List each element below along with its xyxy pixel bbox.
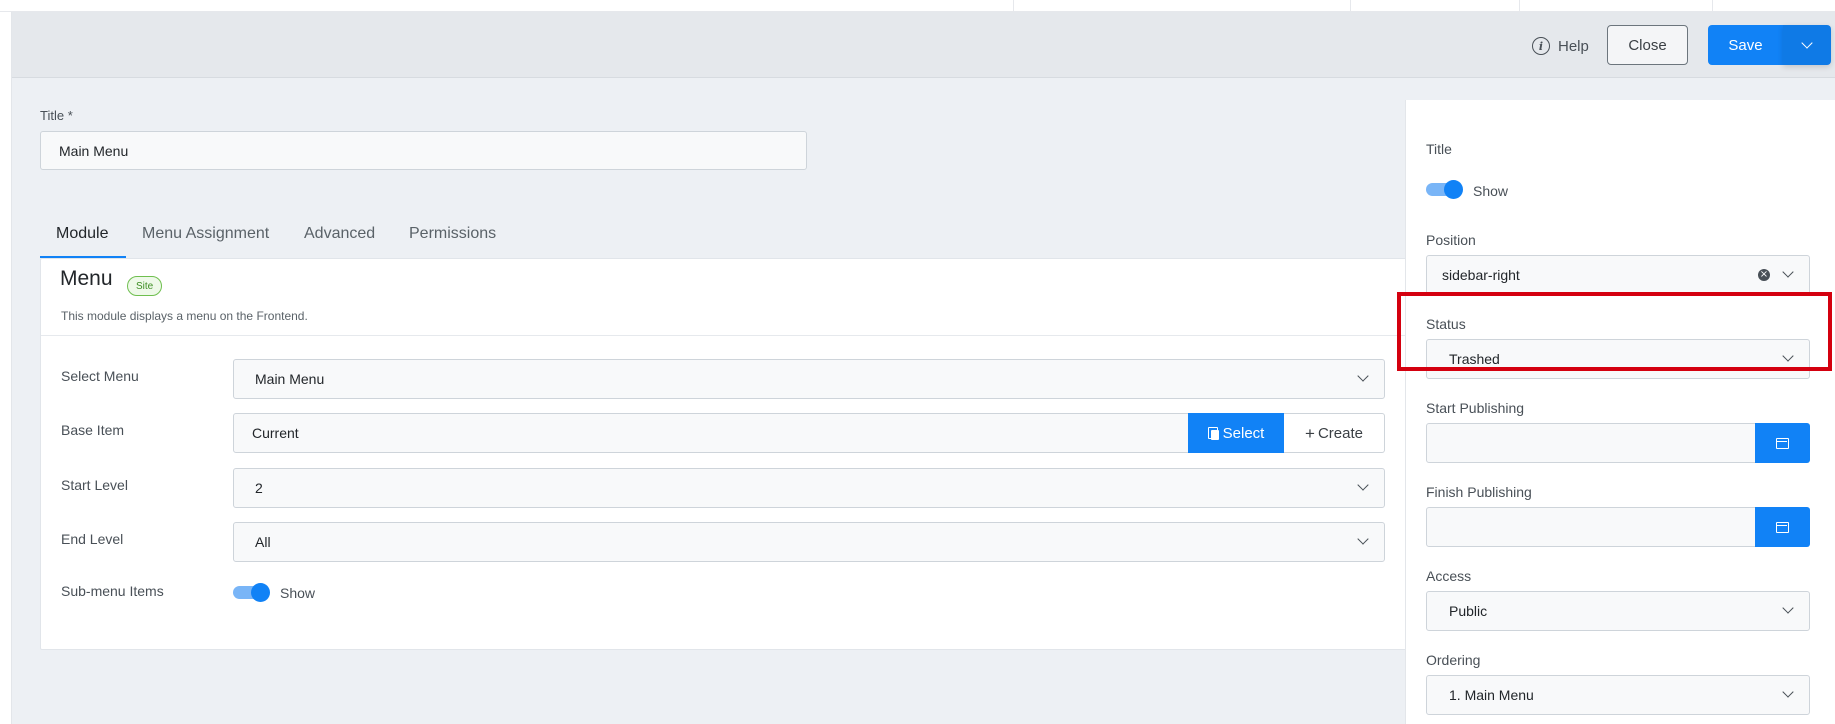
close-button[interactable]: Close (1607, 25, 1688, 65)
access-label: Access (1426, 568, 1472, 584)
finish-publishing-calendar-button[interactable] (1755, 507, 1810, 547)
left-gutter (0, 12, 12, 724)
chevron-down-icon (1782, 266, 1794, 278)
select-button-label: Select (1222, 424, 1265, 442)
card-divider (41, 335, 1417, 336)
show-title-label: Show (1473, 183, 1509, 199)
select-menu-value: Main Menu (255, 371, 325, 387)
access-value: Public (1449, 603, 1488, 619)
module-description: This module displays a menu on the Front… (61, 309, 308, 323)
status-highlight-box (1397, 292, 1832, 371)
start-publishing-calendar-button[interactable] (1755, 423, 1810, 463)
options-sidebar: Title Show Position sidebar-right × Stat… (1405, 100, 1835, 724)
submenu-items-show-label: Show (280, 585, 316, 601)
tab-advanced[interactable]: Advanced (304, 225, 375, 243)
module-edit-page: i Help Close Save Title * Main Menu Modu… (12, 12, 1835, 724)
help-label: Help (1558, 37, 1589, 55)
toggle-knob (1444, 180, 1463, 199)
base-item-label: Base Item (61, 422, 125, 438)
toggle-knob (251, 583, 270, 602)
chevron-down-icon (1357, 370, 1369, 382)
start-publishing-input[interactable] (1426, 423, 1756, 463)
ordering-select[interactable]: 1. Main Menu (1426, 675, 1810, 715)
start-level-label: Start Level (61, 477, 128, 493)
tab-menu-assignment[interactable]: Menu Assignment (142, 225, 269, 243)
end-level-label: End Level (61, 531, 124, 547)
access-select[interactable]: Public (1426, 591, 1810, 631)
position-select[interactable]: sidebar-right × (1426, 255, 1810, 295)
title-input-value: Main Menu (59, 142, 129, 159)
chevron-down-icon (1801, 36, 1813, 49)
module-card: Menu Site This module displays a menu on… (40, 258, 1417, 650)
save-dropdown-toggle[interactable] (1783, 25, 1831, 65)
save-button[interactable]: Save (1708, 25, 1783, 65)
select-menu-label: Select Menu (61, 368, 139, 384)
plus-icon: + (1305, 423, 1315, 443)
side-title-label: Title (1426, 141, 1452, 157)
chevron-down-icon (1357, 533, 1369, 545)
finish-publishing-input[interactable] (1426, 507, 1756, 547)
ordering-value: 1. Main Menu (1449, 687, 1534, 703)
strip-divider (1712, 0, 1713, 12)
start-level-dropdown[interactable]: 2 (233, 468, 1385, 508)
strip-divider (1350, 0, 1351, 12)
info-icon: i (1532, 37, 1550, 55)
top-strip (0, 0, 1835, 12)
chevron-down-icon (1357, 479, 1369, 491)
calendar-icon (1776, 437, 1789, 449)
help-button[interactable]: i Help (1532, 35, 1589, 57)
base-item-value: Current (252, 425, 299, 441)
module-title: Menu (60, 267, 113, 290)
chevron-down-icon (1782, 602, 1794, 614)
create-base-item-button[interactable]: + Create (1284, 413, 1385, 453)
strip-divider (1519, 0, 1520, 12)
title-input[interactable]: Main Menu (40, 131, 807, 170)
toolbar: i Help Close Save (12, 12, 1835, 78)
ordering-label: Ordering (1426, 652, 1481, 668)
tab-module[interactable]: Module (56, 225, 108, 243)
end-level-value: All (255, 534, 271, 550)
chevron-down-icon (1782, 686, 1794, 698)
select-menu-dropdown[interactable]: Main Menu (233, 359, 1385, 399)
position-value: sidebar-right (1442, 267, 1520, 283)
start-level-value: 2 (255, 480, 263, 496)
select-base-item-button[interactable]: Select (1188, 413, 1284, 453)
position-label: Position (1426, 232, 1476, 248)
copy-icon (1207, 426, 1219, 440)
end-level-dropdown[interactable]: All (233, 522, 1385, 562)
strip-divider (1013, 0, 1014, 12)
submenu-items-label: Sub-menu Items (61, 583, 164, 599)
site-badge: Site (127, 276, 163, 296)
finish-publishing-label: Finish Publishing (1426, 484, 1532, 500)
create-button-label: Create (1317, 424, 1363, 442)
clear-icon[interactable]: × (1758, 269, 1770, 281)
submenu-items-toggle[interactable] (233, 583, 271, 602)
calendar-icon (1776, 521, 1789, 533)
show-title-toggle[interactable] (1426, 180, 1464, 199)
title-label: Title * (40, 108, 73, 123)
base-item-input[interactable]: Current (233, 413, 1189, 453)
tab-permissions[interactable]: Permissions (409, 225, 496, 243)
start-publishing-label: Start Publishing (1426, 400, 1525, 416)
